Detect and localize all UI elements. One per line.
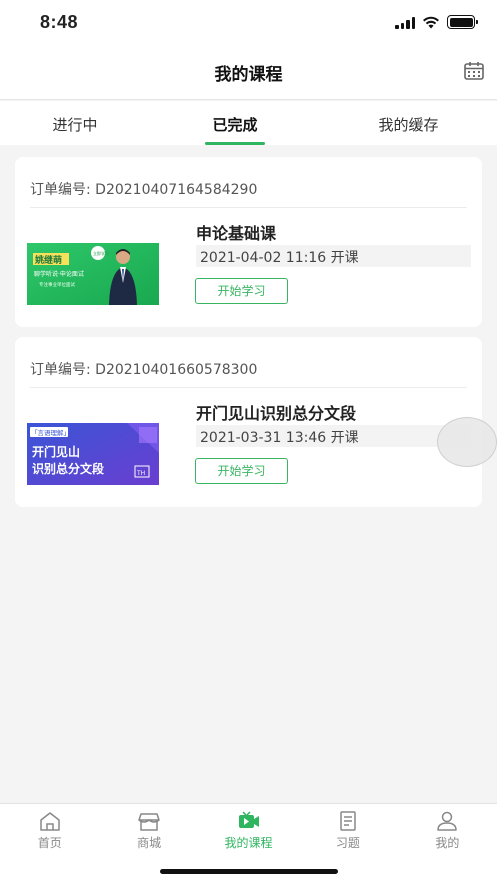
- profile-icon: [437, 811, 458, 831]
- status-bar: 8:48: [0, 0, 497, 48]
- thumb-line2: 识别总分文段: [32, 461, 105, 476]
- start-learning-button[interactable]: 开始学习: [195, 278, 288, 304]
- page-title: 我的课程: [214, 65, 283, 85]
- nav-bar: 我的课程: [0, 48, 497, 100]
- thumb-line1: 聊学听说·申论面试: [34, 270, 84, 278]
- bottom-nav-home[interactable]: 首页: [0, 804, 99, 883]
- signal-icon: [395, 16, 415, 29]
- thumb-badge: TH: [136, 470, 145, 477]
- video-course-icon: [238, 811, 259, 828]
- course-start-time: 2021-03-31 13:46 开课: [196, 425, 471, 447]
- order-number: 订单编号: D20210407164584290: [30, 182, 258, 198]
- exercise-icon: [340, 811, 356, 831]
- floating-assistive-button[interactable]: [437, 417, 497, 467]
- tab-my-cache[interactable]: 我的缓存: [320, 101, 497, 145]
- course-title[interactable]: 开门见山识别总分文段: [196, 400, 356, 424]
- course-thumbnail[interactable]: 姚继萌 聊学听说·申论面试 专注事业单位面试 立即学习: [27, 243, 159, 305]
- order-card: 订单编号: D20210401660578300 「言语理解」 开门见山 识别总…: [15, 337, 482, 507]
- thumb-tag: 「言语理解」: [31, 428, 70, 437]
- tab-in-progress[interactable]: 进行中: [0, 101, 150, 145]
- divider: [30, 207, 467, 208]
- course-title[interactable]: 申论基础课: [196, 220, 276, 244]
- calendar-icon[interactable]: [463, 60, 485, 82]
- bottom-nav-profile[interactable]: 我的: [398, 804, 497, 883]
- tab-completed[interactable]: 已完成: [150, 101, 320, 145]
- divider: [30, 387, 467, 388]
- home-icon: [39, 812, 60, 831]
- bottom-nav-label: 习题: [335, 836, 360, 850]
- bottom-nav-label: 首页: [37, 836, 62, 850]
- start-learning-button[interactable]: 开始学习: [195, 458, 288, 484]
- thumb-teacher-name: 姚继萌: [34, 254, 62, 266]
- wifi-icon: [423, 16, 439, 28]
- order-number: 订单编号: D20210401660578300: [30, 362, 258, 378]
- order-card: 订单编号: D20210407164584290 姚继萌 聊学听说·申论面试 专…: [15, 157, 482, 327]
- home-indicator: [160, 869, 338, 874]
- battery-icon: [447, 15, 478, 29]
- status-icons: [395, 15, 478, 29]
- bottom-nav-label: 商城: [137, 836, 162, 850]
- course-tabs: 进行中 已完成 我的缓存: [0, 101, 497, 145]
- status-time: 8:48: [40, 12, 79, 32]
- thumb-line1: 开门见山: [32, 444, 80, 459]
- bottom-nav-label: 我的课程: [224, 836, 273, 850]
- bottom-nav-label: 我的: [435, 836, 460, 850]
- thumb-tag: 立即学习: [93, 250, 109, 256]
- course-start-time: 2021-04-02 11:16 开课: [196, 245, 471, 267]
- course-thumbnail[interactable]: 「言语理解」 开门见山 识别总分文段 TH: [27, 423, 159, 485]
- thumb-line2: 专注事业单位面试: [39, 281, 75, 288]
- store-icon: [138, 813, 160, 831]
